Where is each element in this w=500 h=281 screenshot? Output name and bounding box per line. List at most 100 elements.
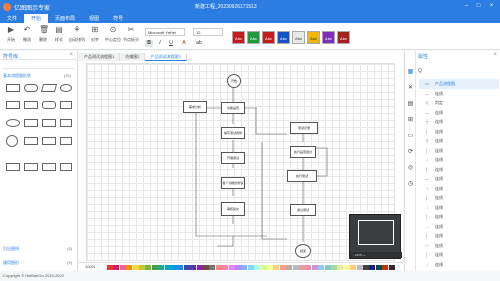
palette-color-7[interactable] <box>145 265 152 270</box>
palette-color-16[interactable] <box>203 265 209 270</box>
palette-color-45[interactable] <box>388 265 395 270</box>
palette-color-44[interactable] <box>382 265 389 270</box>
flow-node-7[interactable]: 执行是否通过 <box>290 146 316 158</box>
shape-preparation[interactable] <box>24 137 38 145</box>
menu-tab-symbol[interactable]: 符号 <box>106 14 130 23</box>
palette-color-31[interactable] <box>299 265 305 270</box>
palette-color-9[interactable] <box>158 265 165 270</box>
properties-search-icon[interactable]: Q <box>418 68 498 75</box>
text-style-swatch-5[interactable]: Abc <box>292 31 305 44</box>
tree-row[interactable]: ┼ 连线 <box>419 136 499 146</box>
italic-button[interactable]: I <box>156 40 164 47</box>
bookmark-icon[interactable]: ▭ <box>407 133 414 140</box>
shape-subprocess[interactable] <box>24 101 38 109</box>
tree-row[interactable]: ◇ 判定 <box>419 98 499 108</box>
palette-color-29[interactable] <box>286 265 293 270</box>
shape-merge[interactable] <box>24 163 38 171</box>
sync-icon[interactable]: ⟳ <box>407 149 414 156</box>
tree-row[interactable]: — 连线 <box>419 174 499 184</box>
shape-terminator[interactable] <box>42 101 56 109</box>
tools-icon[interactable]: ✕ <box>407 85 414 92</box>
text-style-swatch-1[interactable]: Abc <box>232 31 245 44</box>
tree-row[interactable]: ↑ 连线 <box>419 184 499 194</box>
text-style-swatch-6[interactable]: Abc <box>307 31 320 44</box>
font-size-select[interactable]: 12 <box>193 28 223 36</box>
shape-document[interactable] <box>60 101 72 109</box>
minimap-zoom[interactable]: - 100% + <box>350 252 402 258</box>
maximize-icon[interactable]: □ <box>475 3 482 10</box>
layers-icon[interactable]: ▤ <box>407 101 414 108</box>
symbol-search-input[interactable] <box>3 63 74 69</box>
shape-data[interactable] <box>24 119 38 127</box>
palette-color-25[interactable] <box>260 265 267 270</box>
bold-button[interactable]: B <box>145 40 153 47</box>
palette-color-37[interactable] <box>337 265 344 270</box>
tree-row[interactable]: │ 连线 <box>419 212 499 222</box>
shape-circle[interactable] <box>6 135 18 147</box>
tree-row[interactable]: │ 连线 <box>419 165 499 175</box>
zoom-level[interactable]: 100% <box>85 264 95 269</box>
palette-color-3[interactable] <box>119 265 126 270</box>
palette-color-12[interactable] <box>177 265 184 270</box>
close-panel-icon[interactable]: × <box>69 52 73 58</box>
palette-color-43[interactable] <box>375 265 382 270</box>
text-style-swatch-8[interactable]: Abc <box>337 31 350 44</box>
shape-card[interactable] <box>60 119 72 127</box>
shape-manual-input[interactable] <box>42 119 56 127</box>
tab-doc-1[interactable]: 产品测试流程图1 <box>79 53 121 61</box>
palette-color-24[interactable] <box>254 265 261 270</box>
palette-color-18[interactable] <box>215 265 222 270</box>
palette-color-19[interactable] <box>222 265 229 270</box>
tree-row[interactable]: — 连线 <box>419 108 499 118</box>
tree-row[interactable]: ↓ 连线 <box>419 155 499 165</box>
minimize-icon[interactable]: – <box>463 3 470 10</box>
menu-tab-layout[interactable]: 页面布局 <box>48 14 82 23</box>
flow-end-node[interactable]: 结束 <box>295 244 311 258</box>
palette-color-6[interactable] <box>139 265 145 270</box>
center-position-button[interactable]: ⊙ 中心定位 <box>104 26 122 43</box>
section-general-shapes[interactable]: 通用图形 (9) <box>0 259 78 267</box>
palette-color-41[interactable] <box>363 265 369 270</box>
shape-rounded-rect[interactable] <box>24 84 38 92</box>
font-color-button[interactable]: A <box>180 40 188 47</box>
palette-color-17[interactable] <box>209 265 216 270</box>
shape-oval[interactable] <box>6 119 20 127</box>
font-family-select[interactable]: Microsoft YaHei <box>145 28 185 36</box>
minimap-viewport[interactable] <box>358 220 394 245</box>
text-style-swatch-3[interactable]: Abc <box>262 31 275 44</box>
minimap[interactable]: - 100% + <box>349 214 402 259</box>
tree-row[interactable]: │ 连线 <box>419 231 499 241</box>
palette-color-15[interactable] <box>196 265 203 270</box>
palette-color-4[interactable] <box>126 265 133 270</box>
tree-row[interactable]: □ 连线 <box>419 241 499 251</box>
flow-node-8[interactable]: 通过测试 <box>290 204 316 216</box>
flow-decision-1[interactable]: 功能是否 <box>221 102 245 114</box>
palette-color-22[interactable] <box>241 265 248 270</box>
menu-tab-view[interactable]: 视图 <box>82 14 106 23</box>
palette-color-20[interactable] <box>228 265 235 270</box>
shape-delay[interactable] <box>42 137 56 145</box>
palette-color-23[interactable] <box>247 265 254 270</box>
shape-display[interactable] <box>6 163 20 171</box>
flow-decision-2[interactable]: 执行测试 <box>287 170 317 182</box>
section-basic-flow[interactable]: 基本流程图形状 (25) <box>0 72 77 80</box>
palette-color-26[interactable] <box>267 265 273 270</box>
palette-color-14[interactable] <box>190 265 197 270</box>
flow-node-2[interactable]: 编写测试用例 <box>221 127 245 139</box>
shape-rectangle[interactable] <box>6 84 20 92</box>
palette-color-30[interactable] <box>292 265 299 270</box>
tab-doc-3[interactable]: 产品测试流程图3 <box>145 53 187 61</box>
flow-node-6[interactable]: 测试记录 <box>290 122 318 134</box>
menu-tab-file[interactable]: 文件 <box>0 14 24 23</box>
flow-node-5[interactable]: 审核提交 <box>221 202 245 216</box>
clock-icon[interactable]: ◷ <box>407 181 414 188</box>
highlight-button[interactable]: ab <box>193 40 205 47</box>
auto-layout-button[interactable]: ⚘ 自动排列 <box>68 26 86 43</box>
flow-node-4[interactable]: 各个功能的测试 <box>221 177 245 189</box>
palette-color-2[interactable] <box>113 265 120 270</box>
palette-color-38[interactable] <box>343 265 350 270</box>
shape-collate[interactable] <box>60 163 72 171</box>
palette-color-35[interactable] <box>324 265 331 270</box>
shape-ellipse[interactable] <box>60 84 72 92</box>
shape-process[interactable] <box>6 101 20 109</box>
